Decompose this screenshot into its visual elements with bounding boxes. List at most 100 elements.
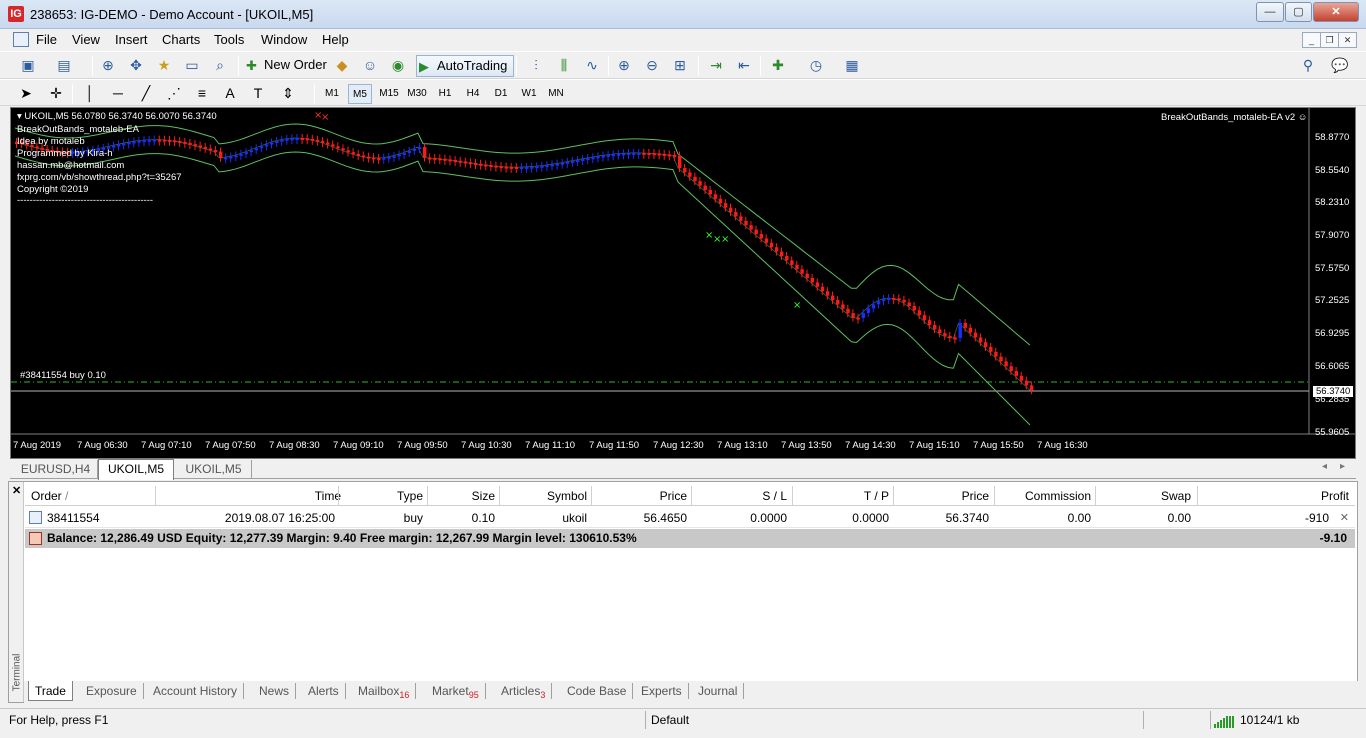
- column-stop-loss[interactable]: S / L: [762, 489, 787, 503]
- minimize-button[interactable]: —: [1256, 2, 1284, 22]
- mdi-restore-button[interactable]: ❐: [1320, 32, 1339, 48]
- column-swap[interactable]: Swap: [1161, 489, 1191, 503]
- autotrading-button[interactable]: ▶ AutoTrading: [416, 55, 515, 77]
- timeframe-h1[interactable]: H1: [434, 84, 456, 104]
- candle-body: [882, 299, 886, 302]
- tab-mailbox[interactable]: Mailbox16: [358, 683, 417, 700]
- chat-icon[interactable]: 💬: [1330, 56, 1350, 75]
- trendline-icon[interactable]: ╱: [136, 84, 156, 103]
- close-order-icon[interactable]: ✕: [1340, 511, 1349, 524]
- periods-icon[interactable]: ◷: [806, 56, 826, 75]
- chart-tab-ukoil-m5-active[interactable]: UKOIL,M5: [98, 459, 174, 480]
- column-current-price[interactable]: Price: [962, 489, 989, 503]
- chart-tab-eurusd-h4[interactable]: EURUSD,H4: [14, 460, 98, 479]
- zoom-in-icon[interactable]: ⊕: [614, 56, 634, 75]
- timeframe-h4[interactable]: H4: [462, 84, 484, 104]
- candle-body: [907, 302, 911, 307]
- order-row[interactable]: 38411554 2019.08.07 16:25:00 buy 0.10 uk…: [25, 508, 1355, 528]
- timeframe-d1[interactable]: D1: [490, 84, 512, 104]
- menu-window[interactable]: Window: [261, 32, 307, 47]
- market-watch-icon[interactable]: ⊕: [98, 56, 118, 75]
- tab-scroll-right-icon[interactable]: ▸: [1340, 461, 1345, 472]
- menu-help[interactable]: Help: [322, 32, 349, 47]
- column-profit[interactable]: Profit: [1321, 489, 1349, 503]
- community-icon[interactable]: ☺: [360, 56, 380, 75]
- channel-icon[interactable]: ⋰: [164, 84, 184, 103]
- line-chart-icon[interactable]: ∿: [582, 56, 602, 75]
- new-chart-icon[interactable]: ▣: [18, 56, 38, 75]
- tab-news[interactable]: News: [259, 683, 297, 699]
- maximize-button[interactable]: ▢: [1285, 2, 1312, 22]
- price-chart[interactable]: × × × × × × ▾ UKOIL,M5 56.0780 56.3740 56.007…: [10, 107, 1356, 459]
- tab-code-base[interactable]: Code Base: [567, 683, 634, 699]
- chart-tab-ukoil-m5[interactable]: UKOIL,M5: [176, 460, 252, 479]
- crosshair-icon[interactable]: ✛: [46, 84, 66, 103]
- column-symbol[interactable]: Symbol: [547, 489, 587, 503]
- column-order[interactable]: Order /: [31, 489, 68, 503]
- column-price[interactable]: Price: [660, 489, 687, 503]
- text-label-icon[interactable]: T: [248, 84, 268, 103]
- signals-icon[interactable]: ◉: [388, 56, 408, 75]
- ea-info-line: hassan.mb@hotmail.com: [17, 160, 125, 171]
- column-size[interactable]: Size: [472, 489, 495, 503]
- meta-editor-icon[interactable]: ◆: [332, 56, 352, 75]
- timeframe-w1[interactable]: W1: [518, 84, 540, 104]
- bar-chart-icon[interactable]: ⫶: [526, 56, 546, 75]
- templates-icon[interactable]: ▦: [842, 56, 862, 75]
- menu-charts[interactable]: Charts: [162, 32, 200, 47]
- tab-exposure[interactable]: Exposure: [86, 683, 144, 699]
- arrows-icon[interactable]: ⇕: [278, 84, 298, 103]
- profiles-icon[interactable]: ▤: [54, 56, 74, 75]
- chart-canvas[interactable]: ××× × ××: [11, 108, 1355, 458]
- search-icon[interactable]: ⚲: [1298, 56, 1318, 75]
- new-order-button[interactable]: ✚ New Order: [244, 55, 327, 77]
- tile-windows-icon[interactable]: ⊞: [670, 56, 690, 75]
- candle-body: [734, 212, 738, 217]
- timeframe-m15[interactable]: M15: [376, 84, 402, 104]
- horizontal-line-icon[interactable]: ─: [108, 84, 128, 103]
- terminal-close-icon[interactable]: ✕: [12, 484, 21, 497]
- profile-name[interactable]: Default: [651, 713, 689, 727]
- column-take-profit[interactable]: T / P: [864, 489, 889, 503]
- menu-file[interactable]: File: [36, 32, 57, 47]
- timeframe-m1[interactable]: M1: [320, 84, 344, 104]
- navigator-icon[interactable]: ★: [154, 56, 174, 75]
- tab-market[interactable]: Market95: [432, 683, 486, 700]
- candlestick-icon[interactable]: ⫼: [554, 56, 574, 75]
- tab-scroll-left-icon[interactable]: ◂: [1322, 461, 1327, 472]
- traffic-counter[interactable]: 10124/1 kb: [1240, 713, 1299, 727]
- orders-table-header: Order / Time Type Size Symbol Price S / …: [25, 486, 1355, 506]
- document-icon[interactable]: [13, 32, 29, 47]
- zoom-out-icon[interactable]: ⊖: [642, 56, 662, 75]
- tab-alerts[interactable]: Alerts: [308, 683, 346, 699]
- chart-shift-icon[interactable]: ⇤: [734, 56, 754, 75]
- menu-tools[interactable]: Tools: [214, 32, 244, 47]
- data-window-icon[interactable]: ✥: [126, 56, 146, 75]
- terminal-icon[interactable]: ▭: [182, 56, 202, 75]
- vertical-line-icon[interactable]: │: [80, 84, 100, 103]
- expert-advisor-label[interactable]: BreakOutBands_motaleb-EA v2 ☺: [1161, 112, 1307, 123]
- strategy-tester-icon[interactable]: ⌕: [210, 56, 230, 75]
- text-icon[interactable]: A: [220, 84, 240, 103]
- timeframe-m30[interactable]: M30: [404, 84, 430, 104]
- mdi-close-button[interactable]: ✕: [1338, 32, 1357, 48]
- column-type[interactable]: Type: [397, 489, 423, 503]
- menu-view[interactable]: View: [72, 32, 100, 47]
- tab-experts[interactable]: Experts: [641, 683, 689, 699]
- auto-scroll-icon[interactable]: ⇥: [706, 56, 726, 75]
- indicators-icon[interactable]: ✚: [768, 56, 788, 75]
- column-commission[interactable]: Commission: [1025, 489, 1091, 503]
- tab-journal[interactable]: Journal: [698, 683, 745, 699]
- tab-account-history[interactable]: Account History: [153, 683, 245, 699]
- timeframe-mn[interactable]: MN: [544, 84, 568, 104]
- tab-trade[interactable]: Trade: [28, 681, 73, 701]
- close-button[interactable]: ✕: [1313, 2, 1359, 22]
- candle-body: [560, 162, 565, 165]
- mdi-minimize-button[interactable]: _: [1302, 32, 1321, 48]
- cursor-icon[interactable]: ➤: [16, 84, 36, 103]
- menu-insert[interactable]: Insert: [115, 32, 148, 47]
- fibonacci-icon[interactable]: ≡: [192, 84, 212, 103]
- timeframe-m5[interactable]: M5: [348, 84, 372, 104]
- tab-articles[interactable]: Articles3: [501, 683, 553, 700]
- order-line-label[interactable]: #38411554 buy 0.10: [20, 370, 106, 381]
